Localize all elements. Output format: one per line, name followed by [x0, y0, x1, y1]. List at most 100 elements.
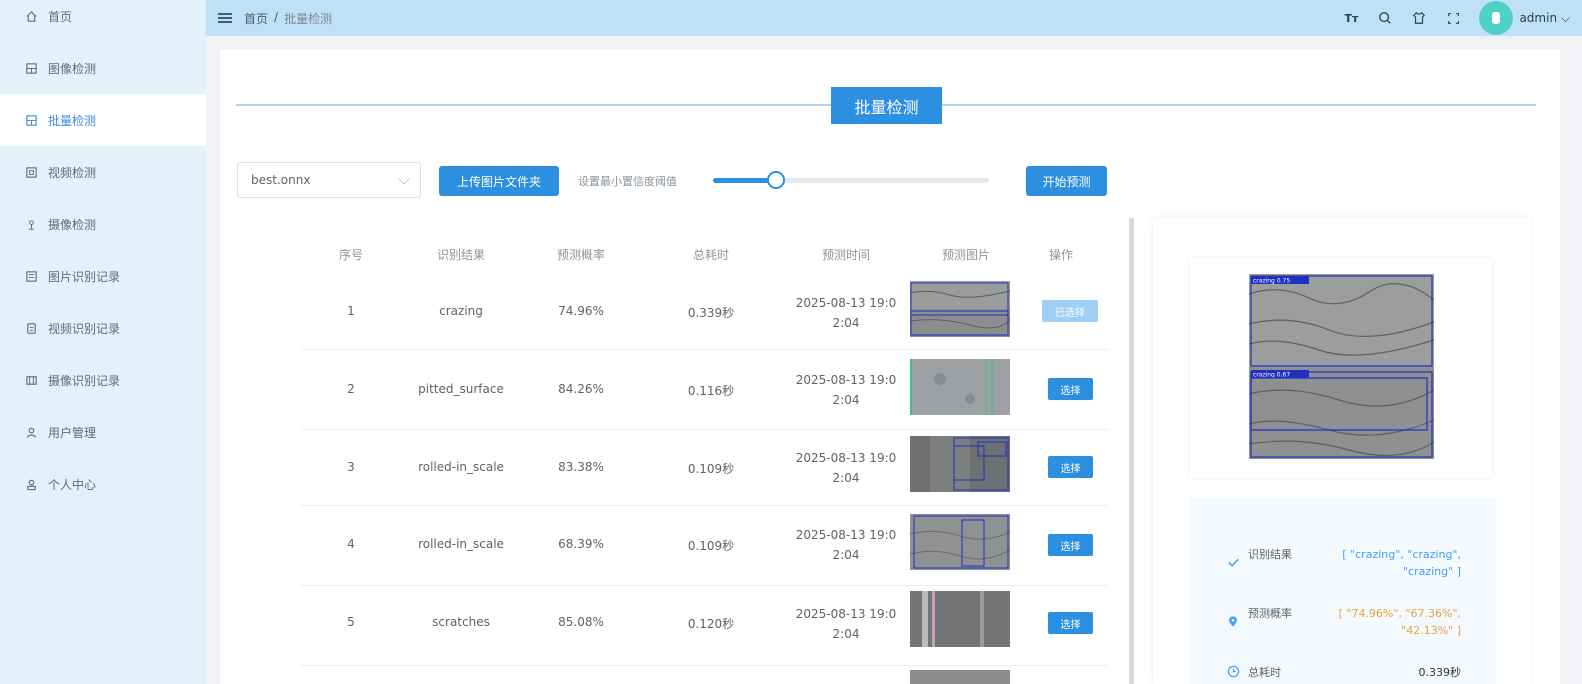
info-time-label: 总耗时: [1248, 666, 1281, 679]
sidebar: 首页 图像检测 批量检测 视频检测 摄像检测 图片识别记录 视频识别记录 摄像识…: [0, 0, 206, 684]
prediction-thumbnail[interactable]: [910, 359, 1010, 415]
breadcrumb-current: 批量检测: [284, 11, 333, 26]
page-title: 批量检测: [831, 87, 942, 124]
sidebar-item-label: 图片识别记录: [48, 269, 121, 284]
sidebar-item-label: 图像检测: [48, 61, 97, 76]
prediction-thumbnail[interactable]: [910, 436, 1010, 492]
sidebar-item-video-record[interactable]: 视频识别记录: [0, 302, 206, 354]
camera-icon: [24, 217, 38, 231]
model-select-value: best.onnx: [251, 173, 311, 187]
select-button[interactable]: 选择: [1048, 534, 1093, 556]
selected-button[interactable]: 已选择: [1042, 300, 1098, 322]
font-size-icon[interactable]: Tт: [1343, 10, 1359, 26]
row-date: 2025-08-13 19:0 2:04: [781, 293, 911, 333]
sidebar-item-image-detect[interactable]: 图像检测: [0, 42, 206, 94]
sidebar-item-home[interactable]: 首页: [0, 0, 206, 32]
threshold-label: 设置最小置信度阈值: [578, 175, 677, 188]
model-select[interactable]: best.onnx: [237, 162, 421, 198]
sidebar-item-camera-record[interactable]: 摄像识别记录: [0, 354, 206, 406]
row-result: pitted_surface: [418, 382, 504, 396]
results-table: 序号 识别结果 预测概率 总耗时 预测时间 预测图片 操作 1 crazing …: [253, 218, 1133, 684]
home-icon: [24, 9, 38, 23]
user-name-dropdown[interactable]: admin ⌵: [1519, 11, 1570, 26]
image-record-icon: [24, 269, 38, 283]
detail-panel: crazing 0.75 crazing 0.67 识别结果 [ "crazin…: [1153, 218, 1531, 684]
menu-toggle-icon[interactable]: [218, 11, 232, 25]
select-button[interactable]: 选择: [1048, 612, 1093, 634]
row-time: 0.120秒: [687, 617, 735, 631]
sidebar-item-camera-detect[interactable]: 摄像检测: [0, 198, 206, 250]
row-date-line1: 2025-08-13 19:0: [795, 528, 897, 542]
video-record-icon: [24, 321, 38, 335]
row-result: crazing: [439, 304, 483, 318]
row-date: 2025-08-13 19:0 2:04: [781, 604, 911, 644]
row-date-line1: 2025-08-13 19:0: [795, 296, 897, 310]
breadcrumb: 首页 / 批量检测: [244, 10, 332, 27]
row-date-line2: 2:04: [832, 393, 860, 407]
video-icon: [24, 165, 38, 179]
sidebar-item-label: 摄像检测: [48, 217, 97, 232]
table-scrollbar[interactable]: [1129, 218, 1134, 684]
preview-image[interactable]: crazing 0.75 crazing 0.67: [1249, 274, 1434, 459]
sidebar-item-label: 批量检测: [48, 113, 97, 128]
breadcrumb-home[interactable]: 首页: [244, 10, 268, 27]
row-prob: 83.38%: [558, 460, 604, 474]
row-index: 2: [347, 382, 355, 396]
row-index: 4: [347, 537, 355, 551]
avatar[interactable]: [1479, 1, 1514, 35]
sidebar-item-label: 视频识别记录: [48, 321, 121, 336]
search-icon[interactable]: [1377, 10, 1393, 26]
row-date: 2025-08-13 19:0 2:04: [781, 448, 911, 488]
row-prob: 68.39%: [558, 537, 604, 551]
image-icon: [24, 61, 38, 75]
info-prob-label: 预测概率: [1248, 607, 1292, 620]
row-date-line2: 2:04: [832, 548, 860, 562]
row-date-line1: 2025-08-13 19:0: [795, 607, 897, 621]
start-predict-button[interactable]: 开始预测: [1026, 166, 1107, 196]
row-date: 2025-08-13 19:0 2:04: [781, 370, 911, 410]
th-index: 序号: [338, 248, 363, 262]
fullscreen-icon[interactable]: [1445, 10, 1461, 26]
info-time-value: 0.339秒: [1418, 666, 1462, 679]
prediction-thumbnail[interactable]: [910, 670, 1010, 684]
row-result: rolled-in_scale: [418, 460, 504, 474]
sidebar-item-video-detect[interactable]: 视频检测: [0, 146, 206, 198]
threshold-slider[interactable]: [713, 171, 989, 189]
row-prob: 84.26%: [558, 382, 604, 396]
row-prob: 85.08%: [558, 615, 604, 629]
clock-icon: [1227, 665, 1241, 679]
preview-card: crazing 0.75 crazing 0.67: [1190, 258, 1492, 478]
location-pin-icon: [1227, 615, 1241, 629]
row-date-line2: 2:04: [832, 316, 860, 330]
info-result-value: [ "crazing", "crazing", "crazing" ]: [1342, 548, 1461, 578]
theme-shirt-icon[interactable]: [1411, 10, 1427, 26]
prediction-thumbnail[interactable]: [910, 281, 1010, 337]
user-icon: [24, 425, 38, 439]
prediction-thumbnail[interactable]: [910, 514, 1010, 570]
prediction-thumbnail[interactable]: [910, 591, 1010, 647]
sidebar-item-profile[interactable]: 个人中心: [0, 458, 206, 510]
profile-icon: [24, 477, 38, 491]
sidebar-item-batch-detect[interactable]: 批量检测: [0, 94, 206, 146]
th-time: 总耗时: [692, 248, 729, 262]
top-right-tools: Tт admin ⌵: [1343, 0, 1582, 36]
th-image: 预测图片: [941, 248, 990, 262]
row-time: 0.109秒: [687, 539, 735, 553]
select-button[interactable]: 选择: [1048, 456, 1093, 478]
sidebar-item-label: 首页: [48, 9, 73, 24]
row-date-line2: 2:04: [832, 627, 860, 641]
row-time: 0.116秒: [687, 384, 735, 398]
slider-handle[interactable]: [767, 171, 786, 189]
row-date: 2025-08-13 19:0 2:04: [781, 525, 911, 565]
sidebar-item-image-record[interactable]: 图片识别记录: [0, 250, 206, 302]
user-name: admin: [1519, 10, 1558, 25]
sidebar-item-user-manage[interactable]: 用户管理: [0, 406, 206, 458]
sidebar-item-label: 摄像识别记录: [48, 373, 121, 388]
th-prob: 预测概率: [556, 248, 605, 262]
info-prob-value: [ "74.96%", "67.36%", "42.13%" ]: [1338, 607, 1461, 637]
box-label-1: crazing 0.75: [1253, 278, 1290, 285]
sidebar-item-label: 个人中心: [48, 477, 97, 492]
row-index: 5: [347, 615, 355, 629]
upload-folder-button[interactable]: 上传图片文件夹: [439, 166, 559, 196]
select-button[interactable]: 选择: [1048, 378, 1093, 400]
